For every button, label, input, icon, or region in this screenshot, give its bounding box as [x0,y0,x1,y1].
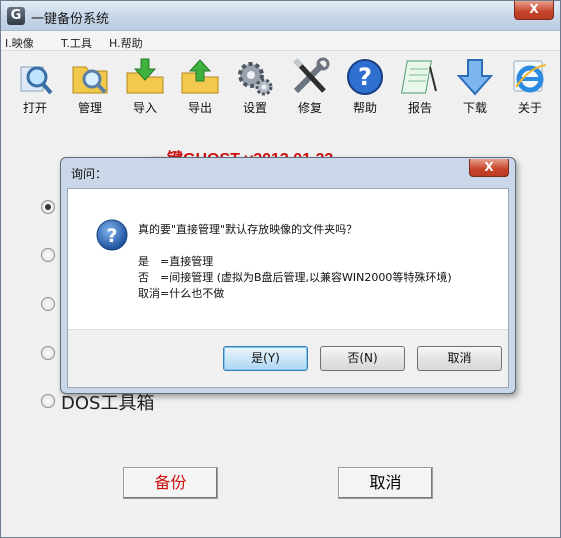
dialog-line-yes: 是 =直接管理 [138,255,214,268]
toolbar-report-button[interactable]: 报告 [394,57,446,121]
dialog-line-no: 否 =间接管理 (虚拟为B盘后管理,以兼容WIN2000等特殊环境) [138,271,452,284]
toolbar-manage-button[interactable]: 管理 [64,57,116,121]
menu-tools[interactable]: T.工具 [61,35,92,51]
app-icon: G [7,7,25,25]
main-cancel-button[interactable]: 取消 [338,467,433,499]
about-icon [513,60,547,93]
svg-text:?: ? [106,225,117,247]
toolbar-export-label: 导出 [187,101,212,115]
toolbar-repair-button[interactable]: 修复 [284,57,336,121]
repair-icon [293,57,330,94]
export-icon [181,59,219,94]
menu-bar: I.映像 T.工具 H.帮助 [1,31,560,51]
dialog-title: 询问： [71,167,108,181]
help-icon: ? [347,59,383,95]
toolbar-about-label: 关于 [517,101,542,115]
toolbar-help-label: 帮助 [352,101,377,115]
dialog-body: ? 真的要"直接管理"默认存放映像的文件夹吗？ 是 =直接管理 否 =间接管理 … [67,188,509,388]
toolbar-about-button[interactable]: 关于 [504,57,556,121]
toolbar-settings-button[interactable]: 设置 [229,57,281,121]
manage-icon [72,66,108,94]
option-radio-dos-tools[interactable] [41,394,55,408]
toolbar-import-label: 导入 [132,101,157,115]
menu-help[interactable]: H.帮助 [109,35,143,51]
svg-text:?: ? [358,63,372,91]
toolbar-report-label: 报告 [407,101,432,115]
confirm-dialog: 询问： X ? 真的要"直接管理"默认存放映像的文件夹吗？ 是 =直接管理 否 … [60,157,516,394]
toolbar-open-label: 打开 [22,101,47,115]
open-icon [20,66,53,95]
option-radio-2[interactable] [41,248,55,262]
toolbar-manage-label: 管理 [77,101,102,115]
no-button[interactable]: 否(N) [320,346,405,371]
window-title: 一键备份系统 [31,12,110,27]
dialog-cancel-button[interactable]: 取消 [417,346,502,371]
dialog-close-button[interactable]: X [469,159,509,177]
question-icon: ? [96,219,128,251]
toolbar-download-button[interactable]: 下载 [449,57,501,121]
toolbar-repair-label: 修复 [297,101,322,115]
download-icon [456,59,494,96]
settings-icon [238,62,273,96]
backup-button[interactable]: 备份 [123,467,218,499]
window-close-button[interactable]: X [514,1,554,20]
toolbar-settings-label: 设置 [242,101,267,115]
dialog-footer: 是(Y) 否(N) 取消 [68,329,508,387]
menu-image[interactable]: I.映像 [5,35,34,51]
option-radio-3[interactable] [41,297,55,311]
report-icon [401,60,437,94]
dialog-question: 真的要"直接管理"默认存放映像的文件夹吗？ [138,223,358,236]
option-radio-4[interactable] [41,346,55,360]
toolbar: 打开 管理 导入 导出 设置 修复 ? 帮助 报告 下载 关于 [1,53,560,123]
toolbar-import-button[interactable]: 导入 [119,57,171,121]
toolbar-export-button[interactable]: 导出 [174,57,226,121]
toolbar-open-button[interactable]: 打开 [9,57,61,121]
import-icon [126,58,164,94]
option-radio-1[interactable] [41,200,55,214]
dialog-line-cancel: 取消=什么也不做 [138,287,225,300]
yes-button[interactable]: 是(Y) [223,346,308,371]
title-bar: G 一键备份系统 X [1,1,560,31]
toolbar-download-label: 下载 [462,101,487,115]
toolbar-help-button[interactable]: ? 帮助 [339,57,391,121]
